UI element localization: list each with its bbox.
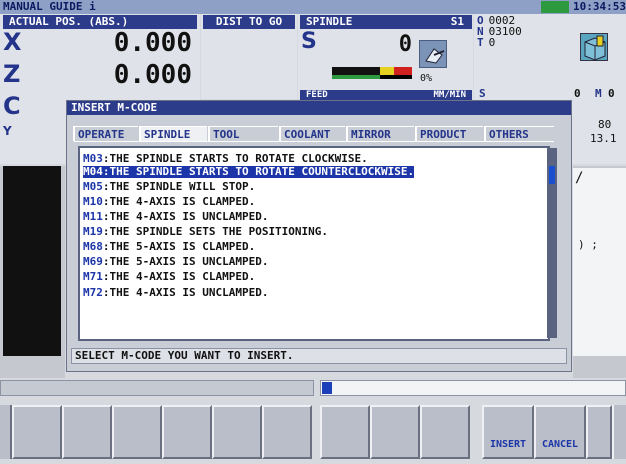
s-value: 0 — [574, 87, 581, 100]
feed-unit: MM/MIN — [433, 90, 466, 100]
softkey-9[interactable] — [420, 405, 470, 459]
spindle-load-meter — [332, 67, 412, 79]
softkey-2[interactable] — [62, 405, 112, 459]
m-label: M — [595, 87, 602, 100]
spindle-load-percent: 0% — [420, 73, 433, 84]
dialog-hint: SELECT M-CODE YOU WANT TO INSERT. — [71, 348, 567, 364]
tab-spindle[interactable]: SPINDLE — [139, 126, 207, 141]
softkey-next[interactable] — [612, 405, 626, 459]
tab-mirror[interactable]: MIRROR — [346, 126, 414, 141]
feed-label: FEED — [306, 90, 328, 100]
program-numbers: O 0002 N 03100 T0 — [477, 15, 522, 48]
spindle-header: SPINDLE S1 — [300, 15, 472, 29]
softkey-7[interactable] — [320, 405, 370, 459]
list-item-selected[interactable]: M04:THE SPINDLE STARTS TO ROTATE COUNTER… — [83, 166, 415, 178]
tab-product[interactable]: PRODUCT — [415, 126, 483, 141]
side-value-a: 80 — [598, 118, 612, 131]
spindle-speed-value: 0 — [398, 32, 412, 57]
axis-x-value: 0.000 — [113, 28, 192, 58]
dialog-title: INSERT M-CODE — [67, 101, 571, 115]
tab-operate[interactable]: OPERATE — [73, 126, 138, 141]
tab-divider — [74, 141, 554, 142]
m-value: 0 — [608, 87, 615, 100]
softkey-extra[interactable] — [586, 405, 612, 459]
mode-label: MANUAL GUIDE i — [3, 0, 96, 13]
list-item[interactable]: M71:THE 4-AXIS IS CLAMPED. — [83, 271, 255, 283]
input-cursor — [322, 382, 332, 394]
list-item[interactable]: M68:THE 5-AXIS IS CLAMPED. — [83, 241, 255, 253]
softkey-8[interactable] — [370, 405, 420, 459]
clock: 10:34:53 — [573, 0, 626, 13]
tab-others[interactable]: OTHERS — [484, 126, 554, 141]
feed-header: FEED MM/MIN — [300, 90, 472, 100]
spindle-rotation-icon — [419, 40, 447, 68]
scrollbar-thumb[interactable] — [549, 166, 555, 184]
s-label: S — [479, 87, 486, 100]
position-header: ACTUAL POS. (ABS.) — [3, 15, 197, 29]
cancel-button[interactable]: CANCEL — [534, 405, 586, 459]
message-bar — [0, 380, 314, 396]
axis-z-value: 0.000 — [113, 60, 192, 90]
t-value: 0 — [488, 36, 496, 49]
softkey-6[interactable] — [262, 405, 312, 459]
key-input-buffer[interactable] — [320, 380, 626, 396]
spindle-s-label: S — [301, 29, 317, 54]
axis-c-label: C — [3, 92, 21, 120]
softkey-3[interactable] — [112, 405, 162, 459]
right-program-area — [573, 166, 626, 378]
list-item[interactable]: M03:THE SPINDLE STARTS TO ROTATE CLOCKWI… — [83, 153, 368, 165]
softkey-return[interactable] — [0, 405, 12, 459]
program-text-a: / — [575, 170, 584, 186]
spindle-header-label: SPINDLE — [306, 15, 353, 28]
softkey-4[interactable] — [162, 405, 212, 459]
spindle-channel: S1 — [450, 15, 464, 28]
edit-status-badge: EDIT — [541, 1, 569, 13]
softkey-5[interactable] — [212, 405, 262, 459]
axis-y-label: Y — [3, 124, 12, 138]
list-item[interactable]: M19:THE SPINDLE SETS THE POSITIONING. — [83, 226, 328, 238]
title-bar: MANUAL GUIDE i EDIT 10:34:53 — [0, 0, 626, 14]
tool-cube-icon — [580, 33, 608, 61]
dist-to-go-header: DIST TO GO — [203, 15, 295, 29]
tab-coolant[interactable]: COOLANT — [279, 126, 345, 141]
list-item[interactable]: M69:THE 5-AXIS IS UNCLAMPED. — [83, 256, 268, 268]
axis-x-label: X — [3, 28, 22, 56]
list-item[interactable]: M05:THE SPINDLE WILL STOP. — [83, 181, 255, 193]
side-value-b: 13.1 — [590, 132, 617, 145]
list-item[interactable]: M72:THE 4-AXIS IS UNCLAMPED. — [83, 287, 268, 299]
axis-z-label: Z — [3, 60, 21, 88]
tab-tool[interactable]: TOOL — [208, 126, 278, 141]
list-item[interactable]: M11:THE 4-AXIS IS UNCLAMPED. — [83, 211, 268, 223]
t-label: T — [477, 36, 484, 49]
program-text-b: ) ; — [578, 238, 598, 251]
insert-button[interactable]: INSERT — [482, 405, 534, 459]
list-item[interactable]: M10:THE 4-AXIS IS CLAMPED. — [83, 196, 255, 208]
left-program-area — [0, 166, 65, 378]
softkey-1[interactable] — [12, 405, 62, 459]
s-m-row: S 0 M 0 — [476, 87, 626, 101]
